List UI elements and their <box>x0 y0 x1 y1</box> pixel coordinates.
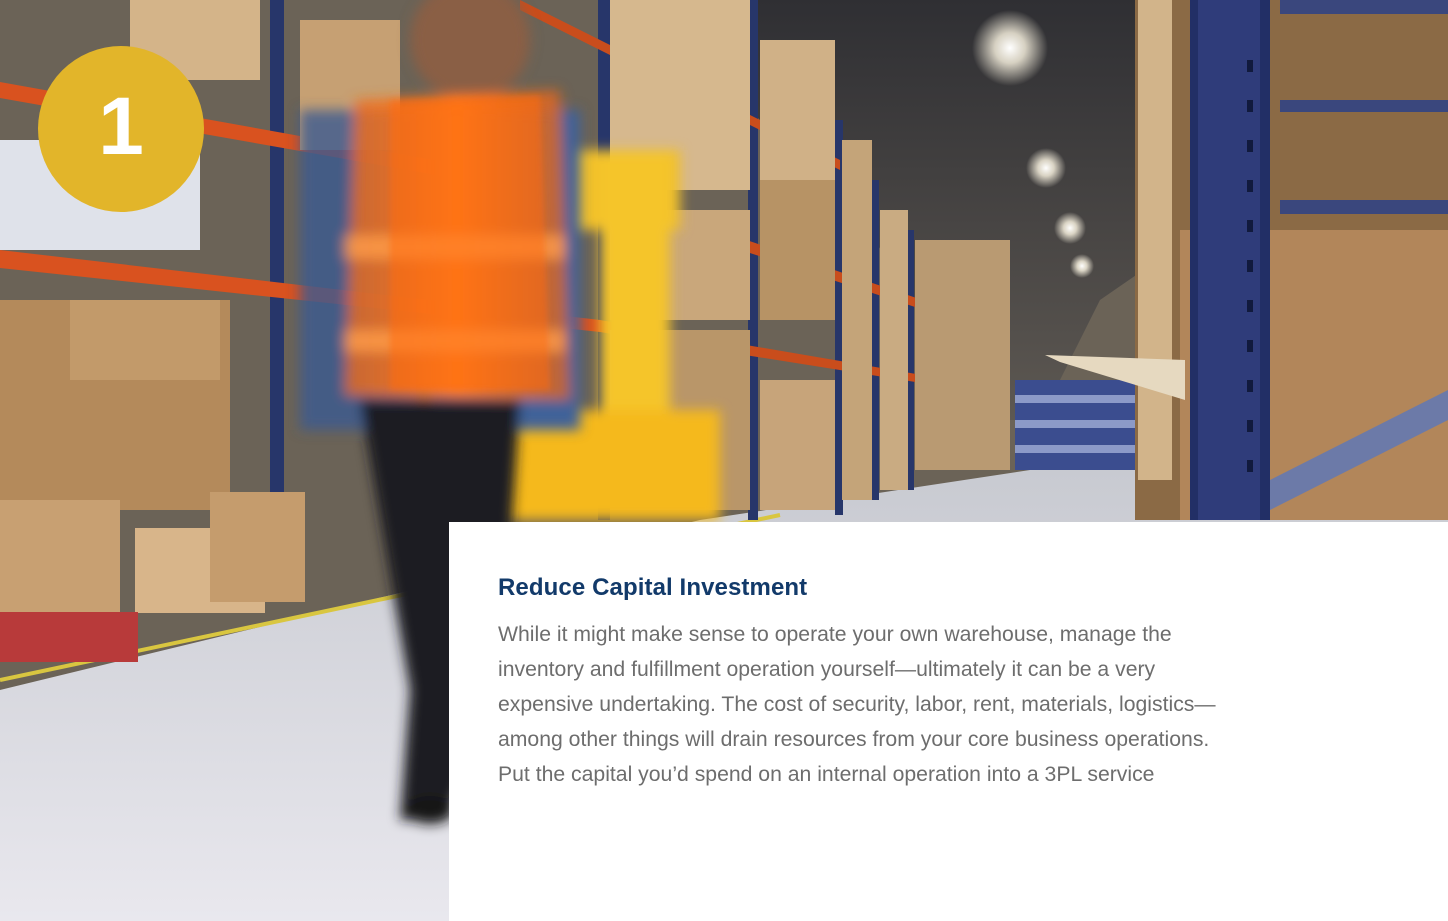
step-number-badge: 1 <box>38 46 204 212</box>
body-line: inventory and fulfillment operation your… <box>498 657 1156 681</box>
section-body: While it might make sense to operate you… <box>498 618 1443 793</box>
step-number: 1 <box>98 81 144 172</box>
body-line: Put the capital you’d spend on an intern… <box>498 762 1155 786</box>
body-line: among other things will drain resources … <box>498 727 1210 751</box>
content-panel: Reduce Capital Investment While it might… <box>449 522 1448 921</box>
body-line: expensive undertaking. The cost of secur… <box>498 692 1216 716</box>
body-line: While it might make sense to operate you… <box>498 623 1172 646</box>
section-heading: Reduce Capital Investment <box>498 574 808 601</box>
warehouse-section: 1 Reduce Capital Investment While it mig… <box>0 0 1448 921</box>
